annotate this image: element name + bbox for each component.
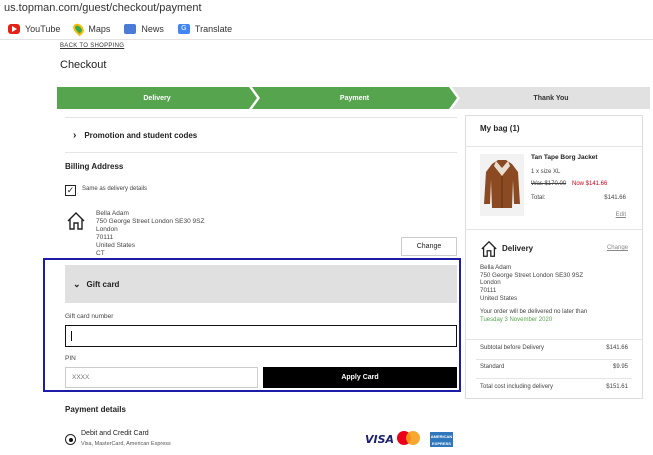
gift-card-number-label: Gift card number: [65, 313, 114, 320]
delivery-estimate: Your order will be delivered no later th…: [480, 308, 640, 324]
apply-card-button[interactable]: Apply Card: [263, 367, 457, 388]
delivery-date: Tuesday 3 November 2020: [480, 317, 553, 323]
bookmark-maps[interactable]: Maps: [71, 21, 110, 36]
step-delivery[interactable]: Delivery: [57, 87, 257, 109]
home-icon: [481, 240, 497, 257]
home-icon: [67, 212, 85, 230]
mastercard-icon: [397, 431, 421, 446]
same-as-delivery-label[interactable]: Same as delivery details: [82, 186, 147, 192]
step-payment: Payment: [252, 87, 457, 109]
subtotal-row: Subtotal before Delivery $141.66: [480, 345, 628, 351]
delivery-cost-row: Standard $9.95: [480, 364, 628, 370]
card-payment-radio[interactable]: [65, 434, 76, 445]
chevron-right-icon: ›: [73, 129, 77, 141]
change-delivery-link[interactable]: Change: [607, 245, 628, 251]
bookmark-translate[interactable]: G Translate: [177, 23, 232, 34]
pin-input[interactable]: [65, 367, 258, 388]
chevron-down-icon: ⌄: [73, 278, 81, 289]
billing-address: Bella Adam 750 George Street London SE30…: [96, 210, 205, 257]
maps-icon: [71, 21, 87, 36]
visa-icon: VISA: [365, 433, 395, 446]
pin-label: PIN: [65, 355, 76, 362]
page-title: Checkout: [60, 59, 107, 71]
checkout-progress: Delivery Payment Thank You: [57, 87, 650, 109]
promotion-codes-toggle[interactable]: › Promotion and student codes: [65, 117, 457, 153]
delivery-address: Bella Adam 750 George Street London SE30…: [480, 264, 584, 302]
same-as-delivery-checkbox[interactable]: ✓: [65, 185, 76, 196]
address-bar[interactable]: us.topman.com/guest/checkout/payment: [0, 0, 653, 17]
card-payment-label[interactable]: Debit and Credit Card: [81, 430, 149, 437]
bookmark-youtube[interactable]: YouTube: [8, 23, 60, 34]
translate-icon: G: [177, 23, 190, 34]
step-thank-you: Thank You: [452, 87, 650, 109]
bookmarks-bar: YouTube Maps News G Translate: [0, 18, 653, 40]
item-total-label: Total:: [531, 195, 546, 201]
youtube-icon: [8, 23, 20, 34]
gift-card-heading: Gift card: [86, 279, 120, 289]
back-to-shopping-link[interactable]: BACK TO SHOPPING: [60, 43, 124, 49]
news-icon: [124, 23, 137, 34]
now-price: Now $141.66: [572, 181, 608, 187]
change-billing-button[interactable]: Change: [401, 237, 457, 256]
gift-card-toggle[interactable]: ⌄ Gift card: [65, 265, 457, 303]
bookmark-news[interactable]: News: [124, 23, 164, 34]
product-qty-size: 1 x size XL: [531, 169, 561, 175]
bag-summary: My bag (1) Tan Tape Borg Jacket 1 x size…: [465, 115, 643, 399]
item-total-value: $141.66: [604, 195, 626, 201]
gift-card-section: ⌄ Gift card Gift card number PIN Apply C…: [43, 258, 461, 392]
bag-title: My bag (1): [480, 124, 520, 133]
product-image[interactable]: [480, 154, 524, 216]
billing-address-heading: Billing Address: [65, 162, 124, 171]
was-price: Was $170.00: [531, 181, 567, 187]
gift-card-number-input[interactable]: [65, 325, 457, 347]
total-row: Total cost including delivery $151.61: [480, 384, 628, 390]
product-name[interactable]: Tan Tape Borg Jacket: [531, 154, 598, 161]
edit-item-link[interactable]: Edit: [616, 212, 626, 218]
amex-icon: AMERICAN EXPRESS: [430, 432, 453, 447]
card-types-label: Visa, MasterCard, American Express: [81, 441, 171, 447]
delivery-heading: Delivery: [502, 244, 534, 253]
payment-details-heading: Payment details: [65, 405, 126, 414]
promotion-codes-label: Promotion and student codes: [84, 130, 198, 140]
